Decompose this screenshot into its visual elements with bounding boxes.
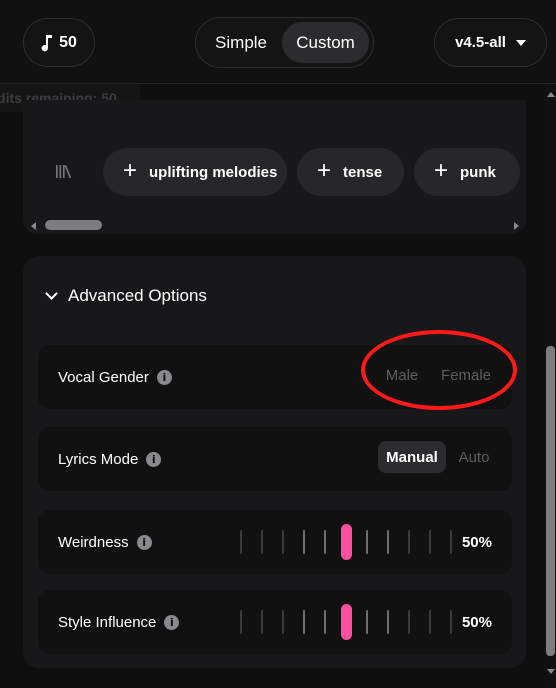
plus-icon: +: [434, 157, 449, 184]
scroll-up-icon[interactable]: [547, 92, 555, 97]
tag-label: punk: [460, 163, 496, 181]
tag-chip-uplifting-melodies[interactable]: + uplifting melodies: [103, 148, 287, 196]
slider-tick: [324, 610, 326, 634]
slider-tick: [450, 530, 452, 554]
slider-handle[interactable]: [341, 604, 352, 640]
slider-tick: [240, 530, 242, 554]
credits-button[interactable]: 50: [23, 18, 95, 67]
weirdness-slider[interactable]: [218, 510, 452, 574]
weirdness-value: 50%: [461, 533, 492, 551]
music-note-icon: [41, 34, 53, 51]
scroll-right-icon[interactable]: [514, 222, 519, 230]
slider-tick: [240, 610, 242, 634]
mode-custom-button[interactable]: Custom: [282, 22, 369, 63]
credits-count: 50: [59, 33, 77, 51]
slider-tick: [324, 530, 326, 554]
model-version-label: v4.5-all: [455, 34, 506, 51]
scrollbar-thumb[interactable]: [45, 220, 102, 230]
style-influence-value: 50%: [461, 613, 492, 631]
info-icon[interactable]: i: [146, 451, 162, 467]
lyrics-mode-label-group: Lyrics Mode i: [58, 427, 162, 491]
vocal-gender-label: Vocal Gender: [58, 368, 149, 386]
scrollbar-thumb[interactable]: [546, 346, 555, 656]
chevron-down-icon: [45, 287, 58, 300]
tag-label: tense: [343, 163, 383, 181]
lyrics-mode-row: Lyrics Mode i Manual Auto: [38, 427, 512, 491]
slider-tick: [261, 530, 263, 554]
slider-handle[interactable]: [341, 524, 352, 560]
slider-tick: [429, 610, 431, 634]
model-version-dropdown[interactable]: v4.5-all: [434, 18, 547, 67]
slider-tick: [366, 610, 368, 634]
library-icon: [56, 165, 72, 179]
slider-tick: [303, 610, 305, 634]
style-influence-slider[interactable]: [218, 590, 452, 654]
advanced-options-toggle[interactable]: Advanced Options: [45, 286, 207, 306]
slider-tick: [261, 610, 263, 634]
top-bar: 50 Simple Custom v4.5-all: [0, 0, 556, 84]
style-influence-label: Style Influence: [58, 613, 157, 631]
tag-chip-punk[interactable]: + punk: [414, 148, 520, 196]
scroll-left-icon[interactable]: [31, 222, 36, 230]
slider-tick: [282, 610, 284, 634]
weirdness-label-group: Weirdness i: [58, 510, 152, 574]
weirdness-row: Weirdness i 50%: [38, 510, 512, 574]
plus-icon: +: [123, 157, 138, 184]
tag-chip-tense[interactable]: + tense: [297, 148, 404, 196]
plus-icon: +: [317, 157, 332, 184]
slider-tick: [429, 530, 431, 554]
slider-tick: [387, 610, 389, 634]
mode-simple-button[interactable]: Simple: [200, 22, 282, 63]
annotation-ellipse: [361, 330, 517, 410]
page-vertical-scrollbar[interactable]: [544, 84, 556, 688]
mode-toggle: Simple Custom: [195, 17, 374, 68]
lyrics-mode-manual-button[interactable]: Manual: [378, 441, 446, 473]
slider-tick: [387, 530, 389, 554]
slider-tick: [408, 530, 410, 554]
slider-tick: [450, 610, 452, 634]
lyrics-mode-label: Lyrics Mode: [58, 450, 139, 468]
slider-tick: [282, 530, 284, 554]
info-icon[interactable]: i: [164, 614, 180, 630]
library-button[interactable]: [55, 163, 72, 184]
vocal-gender-label-group: Vocal Gender i: [58, 345, 172, 409]
caret-down-icon: [515, 39, 526, 46]
lyrics-mode-auto-button[interactable]: Auto: [452, 441, 496, 473]
slider-tick: [366, 530, 368, 554]
advanced-options-panel: Advanced Options Vocal Gender i Male Fem…: [23, 256, 526, 668]
slider-tick: [303, 530, 305, 554]
weirdness-label: Weirdness: [58, 533, 129, 551]
style-influence-row: Style Influence i 50%: [38, 590, 512, 654]
info-icon[interactable]: i: [156, 369, 172, 385]
advanced-options-title: Advanced Options: [68, 286, 207, 305]
tag-label: uplifting melodies: [149, 163, 278, 181]
style-influence-label-group: Style Influence i: [58, 590, 180, 654]
scroll-down-icon[interactable]: [547, 669, 555, 674]
style-tags-panel: + uplifting melodies + tense + punk: [23, 100, 526, 234]
info-icon[interactable]: i: [136, 534, 152, 550]
tags-horizontal-scrollbar[interactable]: [23, 220, 526, 232]
slider-tick: [408, 610, 410, 634]
